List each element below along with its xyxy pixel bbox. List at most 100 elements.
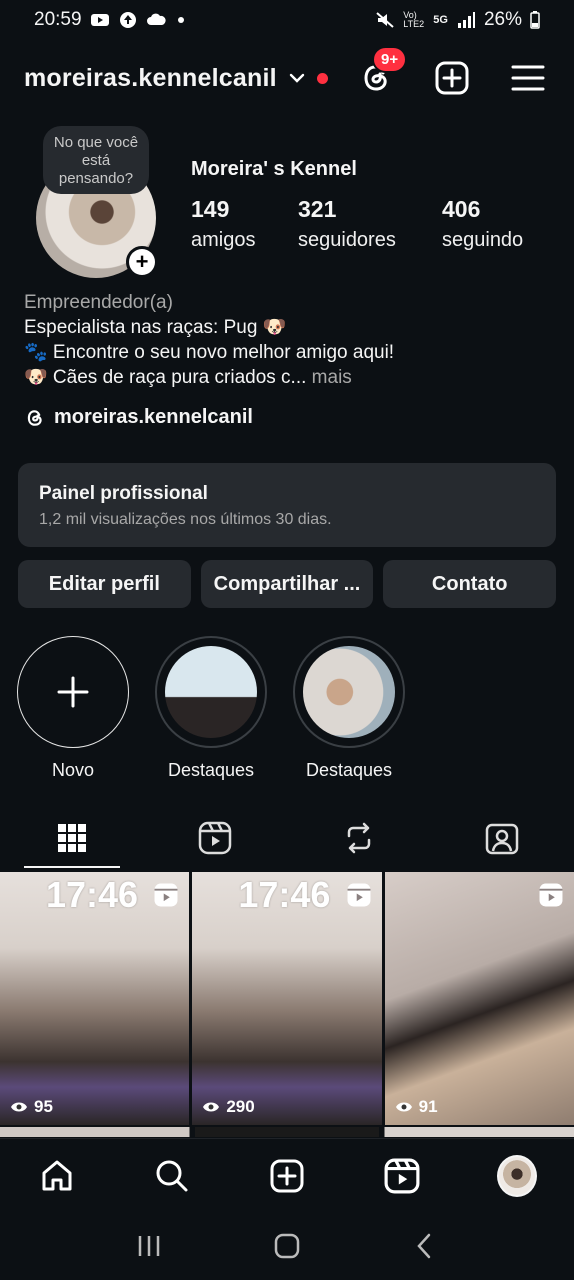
reposts-icon [347, 822, 370, 854]
next-row-preview [0, 1127, 574, 1137]
highlight-label: Destaques [305, 760, 393, 780]
bio-more-link[interactable]: mais [306, 367, 352, 388]
stat-value: 406 [442, 196, 481, 222]
bio-category: Empreendedor(a) [24, 292, 173, 313]
stat-value: 321 [298, 196, 337, 222]
view-count-value: 290 [226, 1097, 255, 1116]
battery-icon [530, 11, 540, 29]
highlight-new-ring [17, 636, 129, 748]
note-bubble[interactable]: No que você está pensando? [43, 126, 149, 194]
unread-dot [316, 72, 328, 84]
plus-icon: + [129, 249, 155, 275]
bottom-nav [0, 1138, 574, 1212]
post-overlay-time: 17:46 [238, 874, 331, 915]
nav-create[interactable] [267, 1156, 307, 1196]
grid-post[interactable]: 17:46 95 [0, 872, 190, 1125]
highlight-item[interactable]: Destaques [293, 636, 405, 781]
view-count-value: 91 [418, 1097, 438, 1116]
hamburger-menu-icon [511, 65, 545, 91]
menu-button[interactable] [510, 60, 546, 96]
highlight-new[interactable]: Novo [17, 636, 129, 781]
profile-header: moreiras.kennelcanil 9+ [0, 46, 574, 106]
eye-icon [11, 1102, 27, 1112]
highlight-item[interactable]: Destaques [155, 636, 267, 781]
bio-line: 🐶 Cães de raça pura criados c... [24, 367, 307, 388]
avatar [496, 1154, 537, 1197]
bio: Empreendedor(a) Especialista nas raças: … [24, 290, 554, 390]
profile-name: Moreira' s Kennel [191, 158, 357, 180]
eye-icon [203, 1102, 220, 1112]
tagged-icon [486, 823, 519, 855]
volte-label: Vo) LTE2 [403, 10, 425, 29]
stat-label: seguidores [298, 229, 396, 251]
nav-reels[interactable] [382, 1156, 422, 1196]
upload-icon [119, 12, 136, 28]
view-count-value: 95 [34, 1097, 53, 1116]
threads-badge: 9+ [372, 46, 408, 73]
search-icon [156, 1160, 188, 1191]
view-count: 290 [202, 1097, 255, 1117]
threads-icon [27, 409, 42, 426]
plus-square-icon [270, 1159, 304, 1192]
tab-reels[interactable] [144, 808, 288, 868]
posts-grid: 17:46 95 17:46 290 91 [0, 872, 574, 1137]
home-icon [42, 1160, 72, 1190]
recent-apps-icon[interactable] [134, 1231, 164, 1261]
plus-icon [57, 676, 89, 708]
bio-line: 🐾 Encontre o seu novo melhor amigo aqui! [24, 342, 395, 363]
profile-actions: Editar perfil Compartilhar ... Contato [18, 560, 557, 608]
view-count: 91 [395, 1097, 438, 1117]
back-icon[interactable] [410, 1231, 440, 1261]
stat-value: 149 [191, 196, 230, 222]
reel-icon [154, 883, 178, 907]
stat-label: seguindo [442, 229, 524, 251]
panel-subtitle: 1,2 mil visualizações nos últimos 30 dia… [39, 511, 332, 528]
battery-percent: 26% [483, 9, 522, 30]
post-overlay-time: 17:46 [46, 874, 139, 915]
nav-home[interactable] [37, 1156, 77, 1196]
signal-icon [457, 12, 475, 28]
highlight-thumbnail [303, 646, 395, 738]
create-button[interactable] [434, 60, 470, 96]
professional-dashboard[interactable]: Painel profissional 1,2 mil visualizaçõe… [18, 463, 556, 547]
status-time: 20:59 [34, 9, 82, 30]
chevron-down-icon[interactable] [287, 68, 307, 88]
nav-profile[interactable] [496, 1154, 537, 1197]
grid-post[interactable]: 91 [384, 872, 574, 1125]
reels-icon [384, 1158, 420, 1193]
username[interactable]: moreiras.kennelcanil [24, 64, 277, 93]
share-profile-button[interactable]: Compartilhar ... [200, 560, 374, 608]
highlight-ring [155, 636, 267, 748]
tab-grid[interactable] [0, 808, 144, 868]
grid-icon [57, 824, 86, 852]
threads-profile-link[interactable]: moreiras.kennelcanil [24, 406, 253, 429]
system-nav [0, 1212, 574, 1280]
edit-profile-button[interactable]: Editar perfil [18, 560, 191, 608]
highlight-label: Novo [51, 760, 95, 780]
panel-title: Painel profissional [39, 483, 208, 504]
stat-followers[interactable]: 321 seguidores [298, 196, 396, 252]
add-story-button[interactable]: + [126, 246, 158, 278]
bio-line: Especialista nas raças: Pug 🐶 [24, 317, 287, 338]
tab-reposts[interactable] [287, 808, 431, 868]
cloud-icon [146, 13, 166, 25]
home-button-icon[interactable] [272, 1231, 302, 1261]
stat-following[interactable]: 406 seguindo [442, 196, 523, 252]
reel-icon [347, 883, 371, 907]
stat-label: amigos [191, 229, 256, 251]
status-bar: 20:59 Vo) LTE2 5G 26% [0, 0, 574, 40]
reel-icon [539, 883, 563, 907]
contact-button[interactable]: Contato [383, 560, 557, 608]
tab-tagged[interactable] [431, 808, 574, 868]
highlight-thumbnail [165, 646, 257, 738]
threads-button[interactable]: 9+ [358, 46, 408, 96]
nav-search[interactable] [152, 1156, 192, 1196]
stat-friends[interactable]: 149 amigos [191, 196, 255, 252]
plus-square-icon [435, 61, 469, 95]
network-label: 5G [433, 14, 448, 26]
grid-post[interactable]: 17:46 290 [192, 872, 382, 1125]
mute-icon [376, 12, 394, 28]
threads-handle: moreiras.kennelcanil [54, 406, 253, 428]
highlight-label: Destaques [167, 760, 255, 780]
youtube-icon [90, 14, 109, 26]
